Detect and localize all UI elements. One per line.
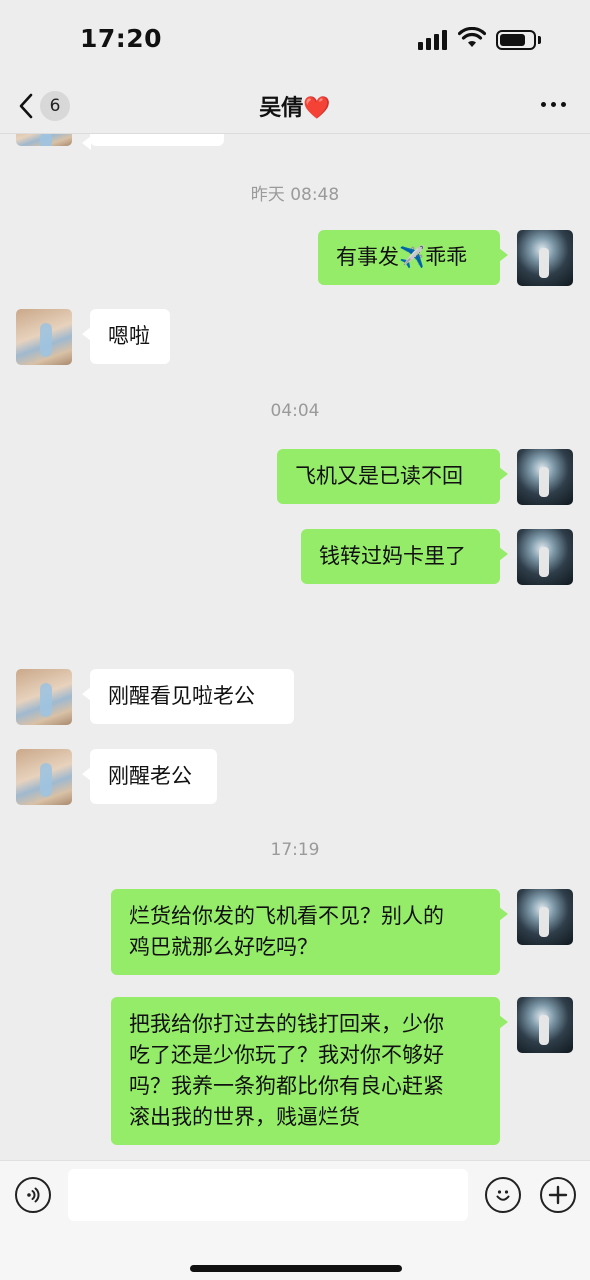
message-text: 有事发✈️乖乖 — [336, 245, 468, 269]
dot-icon — [561, 102, 566, 107]
battery-tip — [538, 36, 541, 44]
timestamp: 17:19 — [270, 840, 320, 860]
emoji-button[interactable] — [485, 1177, 521, 1213]
chat-area[interactable]: 昨天 08:48 有事发✈️乖乖 嗯啦 04:04 飞机又是已读不回 钱转过妈卡… — [0, 0, 590, 1160]
chat-title[interactable]: 吴倩❤️ — [0, 90, 590, 122]
dot-icon — [541, 102, 546, 107]
message-text: 刚醒看见啦老公 — [108, 684, 255, 708]
my-avatar[interactable] — [517, 997, 573, 1053]
voice-icon — [27, 1187, 40, 1203]
message-text: 钱转过妈卡里了 — [319, 544, 466, 568]
my-avatar[interactable] — [517, 529, 573, 585]
my-avatar[interactable] — [517, 889, 573, 945]
add-attachment-button[interactable] — [540, 1177, 576, 1213]
message-bubble-sent[interactable]: 飞机又是已读不回 — [277, 449, 508, 504]
message-text: 飞机又是已读不回 — [295, 464, 463, 488]
my-avatar[interactable] — [517, 449, 573, 505]
home-indicator[interactable] — [190, 1265, 402, 1272]
message-bubble-sent[interactable]: 有事发✈️乖乖 — [318, 230, 508, 285]
chat-header: 6 吴倩❤️ — [0, 80, 590, 134]
message-text: 嗯啦 — [108, 324, 150, 348]
message-text-line: 烂货给你发的飞机看不见？别人的 — [129, 904, 444, 928]
cellular-signal-icon — [418, 30, 448, 50]
message-bubble-sent[interactable]: 钱转过妈卡里了 — [301, 529, 508, 584]
message-bubble-sent[interactable]: 把我给你打过去的钱打回来，少你 吃了还是少你玩了？我对你不够好 吗？我养一条狗都… — [111, 997, 508, 1145]
status-time: 17:20 — [80, 24, 163, 53]
message-text-line: 吃了还是少你玩了？我对你不够好 — [129, 1043, 444, 1067]
dot-icon — [551, 102, 556, 107]
more-options-button[interactable] — [541, 102, 566, 107]
message-input[interactable] — [68, 1169, 468, 1221]
plus-icon — [548, 1185, 568, 1205]
message-bubble-sent[interactable]: 烂货给你发的飞机看不见？别人的 鸡巴就那么好吃吗？ — [111, 889, 508, 975]
message-text-line: 鸡巴就那么好吃吗？ — [129, 935, 318, 959]
my-avatar[interactable] — [517, 230, 573, 286]
battery-icon — [496, 30, 536, 50]
timestamp: 04:04 — [270, 401, 320, 421]
status-bar: 17:20 — [0, 0, 590, 80]
message-text-line: 吗？我养一条狗都比你有良心赶紧 — [129, 1074, 444, 1098]
message-text: 刚醒老公 — [108, 764, 192, 788]
contact-avatar[interactable] — [16, 309, 72, 365]
voice-input-button[interactable] — [15, 1177, 51, 1213]
heart-emoji: ❤️ — [303, 96, 331, 121]
contact-name: 吴倩 — [259, 96, 304, 121]
contact-avatar[interactable] — [16, 749, 72, 805]
timestamp: 昨天 08:48 — [250, 185, 340, 205]
message-bubble-received[interactable]: 刚醒看见啦老公 — [82, 669, 294, 724]
message-text-line: 滚出我的世界，贱逼烂货 — [129, 1105, 360, 1129]
message-bubble-received[interactable]: 嗯啦 — [82, 309, 170, 364]
message-bubble-received[interactable]: 刚醒老公 — [82, 749, 217, 804]
smiley-icon — [496, 1190, 510, 1201]
contact-avatar[interactable] — [16, 669, 72, 725]
input-bar — [0, 1160, 590, 1280]
wifi-icon — [458, 27, 486, 47]
message-text-line: 把我给你打过去的钱打回来，少你 — [129, 1012, 444, 1036]
